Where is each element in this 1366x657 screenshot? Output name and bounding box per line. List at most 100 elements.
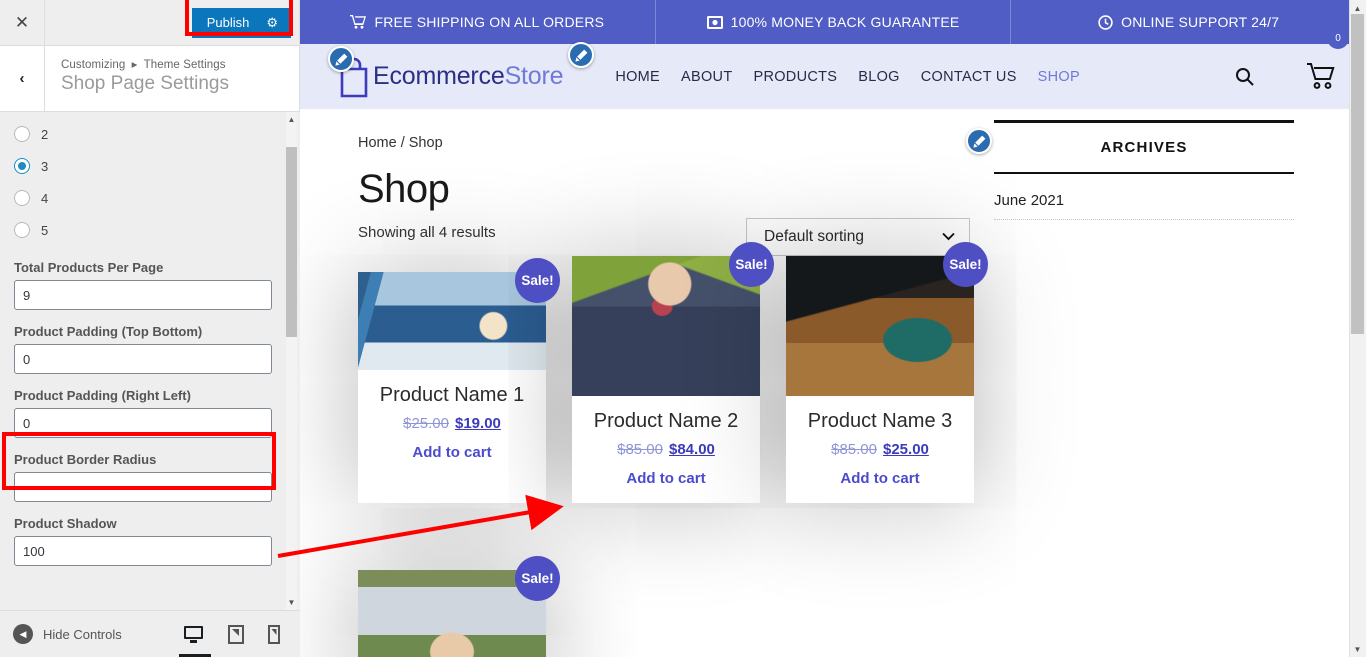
promo-text: 100% MONEY BACK GUARANTEE (730, 14, 960, 30)
promo-top-bar: FREE SHIPPING ON ALL ORDERS 100% MONEY B… (300, 0, 1366, 44)
browser-scrollbar[interactable]: ▲ ▼ (1349, 0, 1366, 657)
radio-option-columns-5[interactable]: 5 (14, 214, 286, 246)
product-name: Product Name 2 (593, 410, 739, 432)
label-product-padding-right-left: Product Padding (Right Left) (14, 388, 191, 403)
nav-item-products[interactable]: PRODUCTS (753, 69, 837, 85)
new-price: $25.00 (883, 441, 929, 458)
browser-scrollbar-thumb[interactable] (1351, 14, 1364, 334)
input-product-padding-right-left[interactable] (14, 408, 272, 438)
desktop-preview-icon[interactable] (179, 625, 211, 657)
input-product-padding-top-bottom[interactable] (14, 344, 272, 374)
money-icon (706, 15, 723, 29)
add-to-cart-button[interactable]: Add to cart (358, 432, 546, 477)
widget-list-item[interactable]: June 2021 (994, 174, 1294, 220)
add-to-cart-button[interactable]: Add to cart (786, 458, 974, 503)
result-count: Showing all 4 results (358, 224, 496, 241)
edit-shortcut-menu-icon[interactable] (568, 42, 594, 68)
label-product-shadow: Product Shadow (14, 516, 117, 531)
radio-option-columns-4[interactable]: 4 (14, 182, 286, 214)
publish-area: Publish ⚙ (184, 0, 299, 45)
sorting-value: Default sorting (764, 228, 864, 245)
sorting-dropdown[interactable]: Default sorting (746, 218, 970, 256)
device-preview-switcher (179, 624, 300, 657)
wordpress-customizer-sidebar: ✕ Publish ⚙ ‹ Customizing ▸ Theme Settin… (0, 0, 300, 657)
radio-icon[interactable] (14, 222, 30, 238)
collapse-arrow-icon: ◀ (13, 624, 33, 644)
breadcrumb-current[interactable]: Theme Settings (144, 59, 226, 71)
nav-item-blog[interactable]: BLOG (858, 69, 900, 85)
radio-icon-selected[interactable] (14, 158, 30, 174)
input-product-shadow[interactable] (14, 536, 272, 566)
input-product-border-radius[interactable] (14, 472, 272, 502)
nav-item-home[interactable]: HOME (615, 69, 660, 85)
radio-label: 3 (41, 158, 49, 174)
label-product-border-radius: Product Border Radius (14, 452, 157, 467)
cart-icon[interactable]: 0 (1306, 27, 1349, 90)
back-button[interactable]: ‹ (0, 46, 45, 111)
radio-option-columns-2[interactable]: 2 (14, 118, 286, 150)
scroll-down-arrow-icon[interactable]: ▼ (1351, 642, 1364, 656)
publish-button[interactable]: Publish ⚙ (191, 7, 291, 38)
customizer-footer: ◀ Hide Controls (0, 610, 300, 657)
nav-item-about[interactable]: ABOUT (681, 69, 732, 85)
product-card[interactable]: Sale! Product Name 2 $85.00 $84.00 Add to… (572, 242, 774, 503)
brand-text: EcommerceStore (373, 62, 564, 91)
product-name: Product Name 3 (807, 410, 953, 432)
controls-list: 2 3 4 5 Total Products Per Page Product … (0, 112, 300, 606)
nav-item-contact-us[interactable]: CONTACT US (921, 69, 1017, 85)
site-preview-frame: FREE SHIPPING ON ALL ORDERS 100% MONEY B… (300, 0, 1366, 657)
breadcrumb-root[interactable]: Customizing (61, 59, 125, 71)
promo-item-free-shipping: FREE SHIPPING ON ALL ORDERS (300, 0, 655, 44)
product-card[interactable]: Sale! (358, 556, 560, 657)
radio-icon[interactable] (14, 126, 30, 142)
product-card[interactable]: Sale! Product Name 1 $25.00 $19.00 Add to… (358, 258, 560, 503)
nav-item-shop[interactable]: SHOP (1038, 69, 1080, 85)
brand-part-two: Store (504, 62, 564, 90)
gear-icon[interactable]: ⚙ (266, 15, 278, 31)
product-price: $25.00 $19.00 (358, 407, 546, 432)
new-price: $84.00 (669, 441, 715, 458)
label-total-products-per-page: Total Products Per Page (14, 260, 164, 275)
new-price: $19.00 (455, 415, 501, 432)
customizer-controls-scroll-area: 2 3 4 5 Total Products Per Page Product … (0, 112, 300, 610)
product-price: $85.00 $84.00 (572, 433, 760, 458)
tablet-preview-icon[interactable] (228, 624, 244, 644)
scroll-up-arrow-icon[interactable]: ▲ (286, 113, 297, 126)
mobile-preview-icon[interactable] (268, 624, 280, 644)
sidebar-scrollbar-thumb[interactable] (286, 147, 297, 337)
radio-label: 5 (41, 222, 49, 238)
radio-option-columns-3[interactable]: 3 (14, 150, 286, 182)
hide-controls-button[interactable]: ◀ Hide Controls (0, 624, 122, 644)
add-to-cart-button[interactable]: Add to cart (572, 458, 760, 503)
product-price: $85.00 $25.00 (786, 433, 974, 458)
product-name: Product Name 1 (379, 384, 525, 406)
radio-icon[interactable] (14, 190, 30, 206)
product-card[interactable]: Sale! Product Name 3 $85.00 $25.00 Add to… (786, 242, 988, 503)
product-grid: Sale! Product Name 1 $25.00 $19.00 Add to… (358, 242, 988, 503)
input-total-products-per-page[interactable] (14, 280, 272, 310)
customizer-panel-header: ‹ Customizing ▸ Theme Settings Shop Page… (0, 46, 299, 112)
archive-link[interactable]: June 2021 (994, 192, 1064, 209)
panel-title: Shop Page Settings (61, 73, 229, 94)
search-icon[interactable] (1235, 67, 1254, 86)
scroll-down-arrow-icon[interactable]: ▼ (286, 596, 297, 609)
publish-label: Publish (206, 15, 250, 30)
scroll-up-arrow-icon[interactable]: ▲ (1351, 1, 1364, 15)
edit-shortcut-widget-icon[interactable] (966, 128, 992, 154)
panel-titles: Customizing ▸ Theme Settings Shop Page S… (45, 46, 229, 111)
close-customizer-button[interactable]: ✕ (0, 0, 45, 45)
old-price: $85.00 (831, 441, 877, 458)
chevron-down-icon (942, 230, 955, 244)
widget-title: ARCHIVES (1100, 139, 1188, 156)
promo-text: FREE SHIPPING ON ALL ORDERS (374, 14, 605, 30)
site-logo[interactable]: EcommerceStore (336, 56, 564, 98)
radio-label: 4 (41, 190, 49, 206)
widget-header: ARCHIVES (994, 120, 1294, 174)
label-product-padding-top-bottom: Product Padding (Top Bottom) (14, 324, 203, 339)
radio-label: 2 (41, 126, 49, 142)
edit-shortcut-logo-icon[interactable] (328, 46, 354, 72)
shop-sidebar: ARCHIVES June 2021 (994, 120, 1294, 220)
shopping-cart-icon (350, 15, 367, 29)
brand-part-one: Ecommerce (373, 62, 505, 90)
hide-controls-label: Hide Controls (43, 626, 122, 642)
